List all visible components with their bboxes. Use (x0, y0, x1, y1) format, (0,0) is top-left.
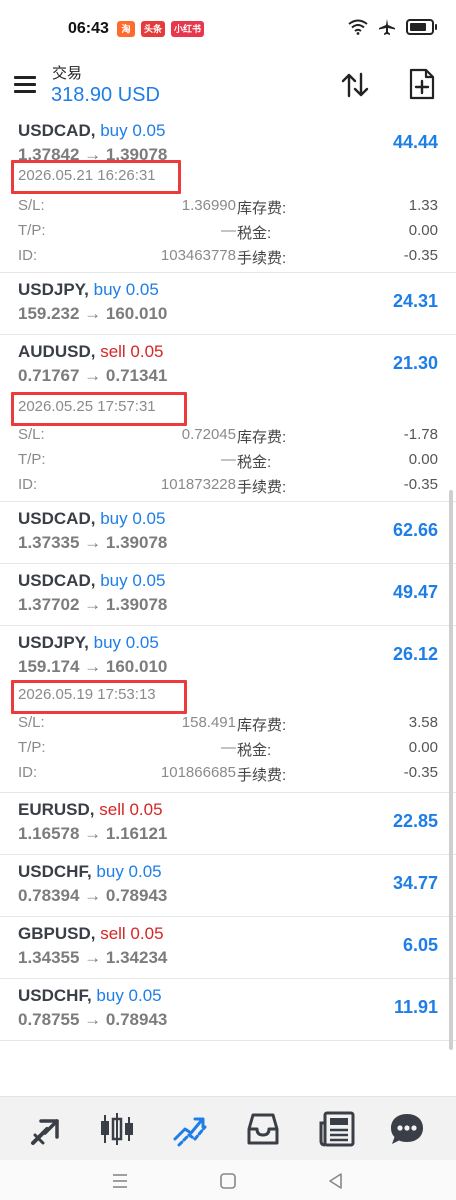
position-item[interactable]: USDJPY, buy 0.05 159.232 → 160.010 24.31 (0, 273, 456, 335)
detail-row-tp: T/P: — 税金: 0.00 (18, 222, 438, 242)
app-header: 交易 318.90 USD (0, 56, 456, 114)
position-symbol: USDJPY, buy 0.05 (18, 280, 159, 299)
back-icon[interactable] (327, 1172, 345, 1190)
bottom-tab-bar (0, 1096, 456, 1161)
position-symbol: EURUSD, sell 0.05 (18, 800, 163, 819)
position-profit: 22.85 (392, 811, 438, 831)
position-prices: 1.16578 → 1.16121 (18, 824, 168, 843)
detail-row-id: ID: 103463778 手续费: -0.35 (18, 247, 438, 267)
position-symbol: AUDUSD, sell 0.05 (18, 342, 164, 361)
position-profit: 21.30 (392, 353, 438, 373)
position-prices: 0.71767 → 0.71341 (18, 366, 168, 385)
toutiao-badge-icon: 头条 (141, 21, 166, 37)
detail-row-id: ID: 101873228 手续费: -0.35 (18, 476, 438, 496)
position-prices: 159.232 → 160.010 (18, 304, 168, 323)
position-symbol: USDJPY, buy 0.05 (18, 633, 159, 652)
position-direction: buy 0.05 (96, 862, 162, 881)
battery-icon (406, 19, 437, 35)
position-symbol: USDCAD, buy 0.05 (18, 121, 166, 140)
detail-row-id: ID: 101866685 手续费: -0.35 (18, 764, 438, 784)
position-profit: 11.91 (393, 997, 438, 1017)
position-profit: 62.66 (392, 520, 438, 540)
position-profit: 6.05 (402, 935, 438, 955)
position-profit: 34.77 (392, 873, 438, 893)
account-balance: 318.90 USD (51, 84, 160, 106)
position-item[interactable]: USDCHF, buy 0.05 0.78394 → 0.78943 34.77 (0, 855, 456, 917)
system-nav-bar (0, 1160, 456, 1200)
wifi-icon (348, 19, 368, 35)
detail-row-sl: S/L: 0.72045 库存费: -1.78 (18, 426, 438, 446)
position-item[interactable]: USDCAD, buy 0.05 1.37702 → 1.39078 49.47 (0, 564, 456, 626)
new-order-icon[interactable] (408, 68, 436, 100)
detail-row-sl: S/L: 1.36990 库存费: 1.33 (18, 197, 438, 217)
position-prices: 1.37702 → 1.39078 (18, 595, 168, 614)
detail-row-tp: T/P: — 税金: 0.00 (18, 739, 438, 759)
position-direction: sell 0.05 (100, 924, 164, 943)
page-title: 交易 (52, 65, 83, 82)
position-direction: sell 0.05 (100, 342, 164, 361)
xiaohongshu-badge-icon: 小红书 (171, 21, 205, 37)
status-bar: 06:43 淘 头条 小红书 (0, 0, 456, 56)
position-prices: 1.37335 → 1.39078 (18, 533, 168, 552)
position-item[interactable]: USDCHF, buy 0.05 0.78755 → 0.78943 11.91 (0, 979, 456, 1041)
position-profit: 44.44 (392, 132, 438, 152)
recent-apps-icon[interactable] (111, 1172, 129, 1190)
menu-icon[interactable] (14, 76, 36, 93)
position-direction: buy 0.05 (100, 509, 166, 528)
position-symbol: USDCHF, buy 0.05 (18, 862, 162, 881)
position-direction: sell 0.05 (99, 800, 163, 819)
quotes-icon[interactable] (27, 1109, 67, 1149)
position-profit: 24.31 (392, 291, 438, 311)
position-profit: 49.47 (392, 582, 438, 602)
notification-badges: 淘 头条 小红书 (117, 21, 205, 37)
history-icon[interactable] (243, 1109, 283, 1149)
position-item[interactable]: AUDUSD, sell 0.05 0.71767 → 0.71341 21.3… (0, 335, 456, 502)
position-direction: buy 0.05 (100, 121, 166, 140)
chart-icon[interactable] (97, 1109, 137, 1149)
position-symbol: USDCHF, buy 0.05 (18, 986, 162, 1005)
position-item[interactable]: GBPUSD, sell 0.05 1.34355 → 1.34234 6.05 (0, 917, 456, 979)
position-symbol: USDCAD, buy 0.05 (18, 509, 166, 528)
clock: 06:43 (68, 20, 109, 37)
sort-icon[interactable] (340, 70, 370, 100)
scrollbar[interactable] (449, 490, 453, 1050)
positions-list: USDCAD, buy 0.05 1.37842 → 1.39078 44.44… (0, 114, 456, 1041)
position-direction: buy 0.05 (100, 571, 166, 590)
taobao-badge-icon: 淘 (117, 21, 135, 37)
news-icon[interactable] (317, 1109, 357, 1149)
airplane-icon (379, 19, 395, 35)
position-item[interactable]: USDCAD, buy 0.05 1.37842 → 1.39078 44.44… (0, 114, 456, 273)
home-icon[interactable] (219, 1172, 237, 1190)
position-prices: 0.78394 → 0.78943 (18, 886, 168, 905)
detail-row-tp: T/P: — 税金: 0.00 (18, 451, 438, 471)
position-direction: buy 0.05 (96, 986, 162, 1005)
position-symbol: GBPUSD, sell 0.05 (18, 924, 164, 943)
position-open-time: 2026.05.21 16:26:31 (18, 167, 156, 184)
position-item[interactable]: EURUSD, sell 0.05 1.16578 → 1.16121 22.8… (0, 793, 456, 855)
position-symbol: USDCAD, buy 0.05 (18, 571, 166, 590)
chat-icon[interactable] (387, 1109, 427, 1149)
position-item[interactable]: USDJPY, buy 0.05 159.174 → 160.010 26.12… (0, 626, 456, 793)
position-prices: 1.34355 → 1.34234 (18, 948, 168, 967)
position-direction: buy 0.05 (93, 280, 159, 299)
position-prices: 159.174 → 160.010 (18, 657, 168, 676)
position-prices: 0.78755 → 0.78943 (18, 1010, 168, 1029)
trade-icon[interactable] (169, 1109, 209, 1149)
position-item[interactable]: USDCAD, buy 0.05 1.37335 → 1.39078 62.66 (0, 502, 456, 564)
position-direction: buy 0.05 (93, 633, 159, 652)
detail-row-sl: S/L: 158.491 库存费: 3.58 (18, 714, 438, 734)
position-open-time: 2026.05.25 17:57:31 (18, 398, 156, 415)
status-icons (348, 18, 437, 36)
position-open-time: 2026.05.19 17:53:13 (18, 686, 156, 703)
position-profit: 26.12 (392, 644, 438, 664)
